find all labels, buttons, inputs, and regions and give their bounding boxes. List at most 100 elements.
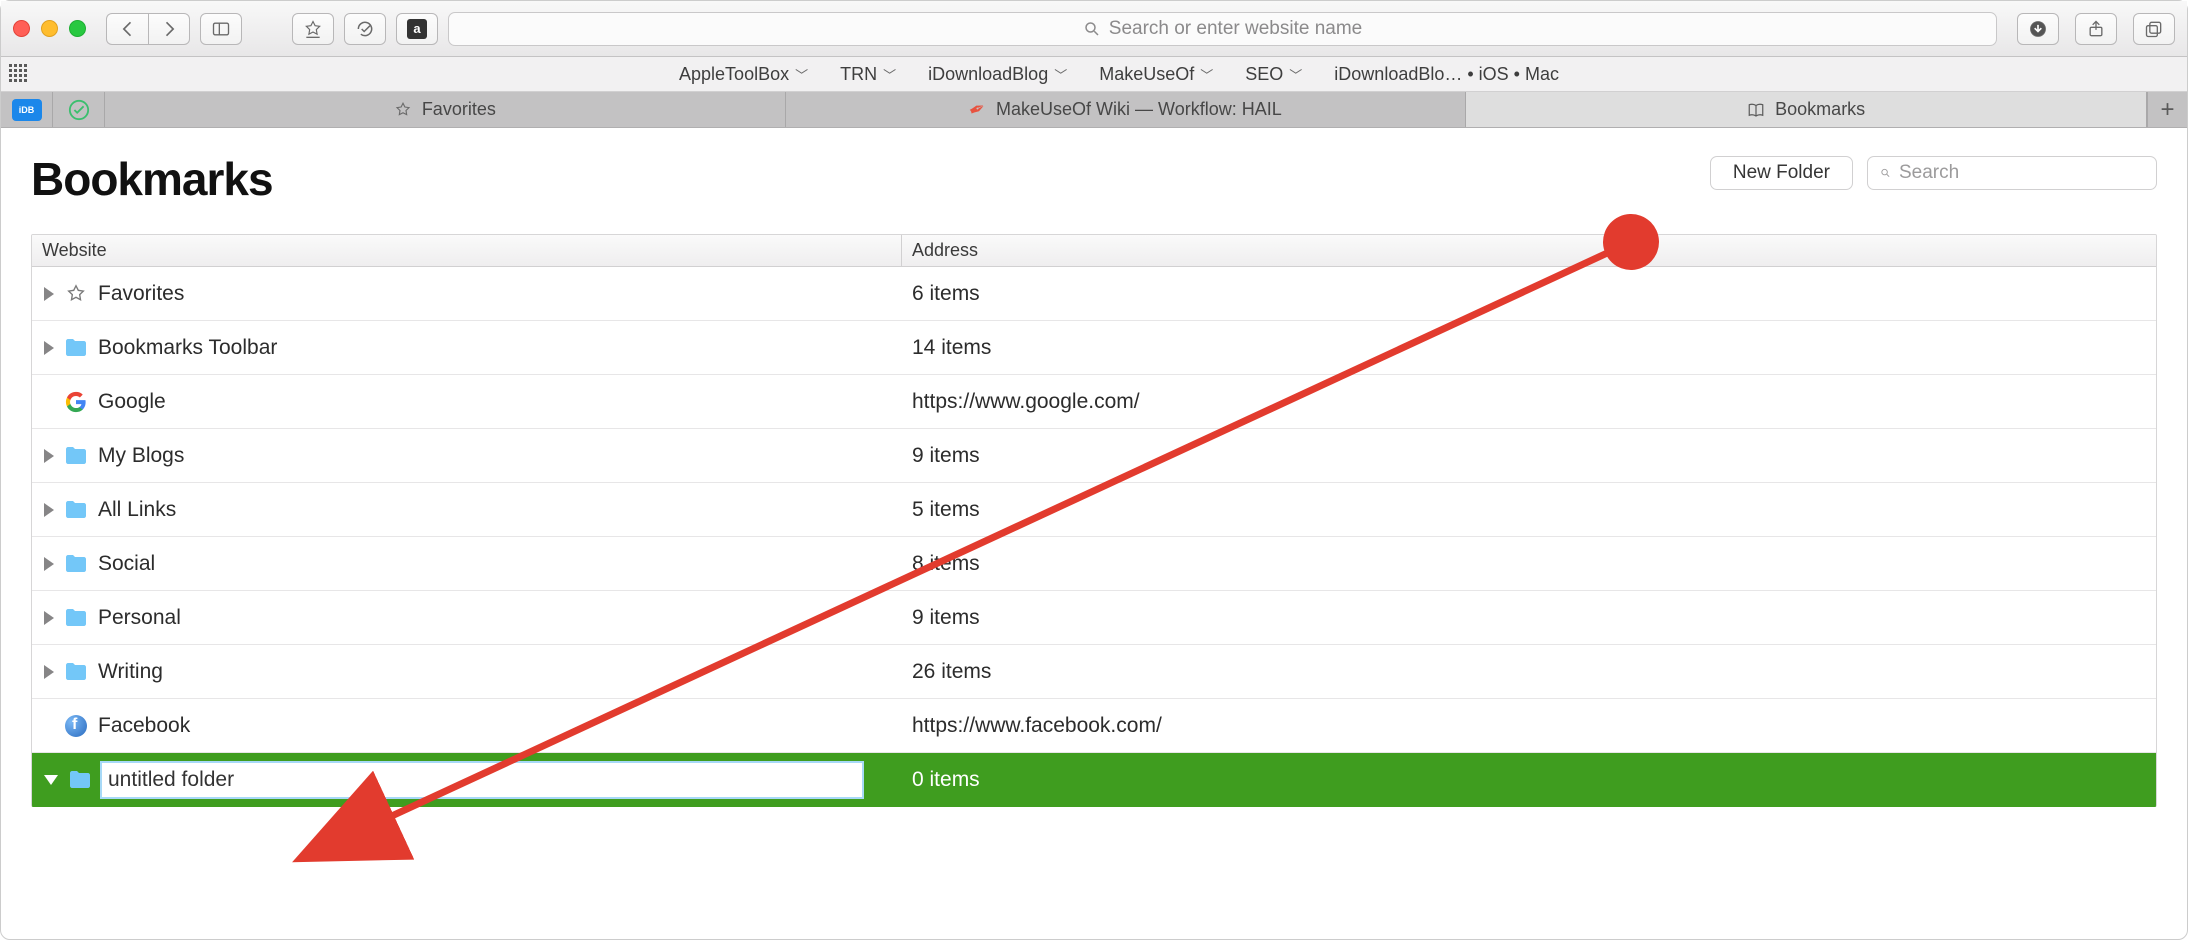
amazon-extension-button[interactable]: a [396, 13, 438, 45]
amazon-icon: a [407, 19, 427, 39]
table-row[interactable]: Favorites6 items [32, 267, 2156, 321]
disclosure-triangle-icon[interactable] [44, 775, 58, 785]
page-title: Bookmarks [31, 152, 273, 206]
table-row[interactable]: Bookmarks Toolbar14 items [32, 321, 2156, 375]
cell-website: Writing [32, 645, 902, 698]
cell-website: Google [32, 375, 902, 428]
cell-address: 5 items [902, 483, 2156, 536]
cell-website: Social [32, 537, 902, 590]
tab-favorites[interactable]: Favorites [105, 92, 786, 127]
folder-row-icon [64, 660, 88, 684]
cell-website: Facebook [32, 699, 902, 752]
column-header-website[interactable]: Website [32, 235, 902, 266]
maximize-window-button[interactable] [69, 20, 86, 37]
disclosure-triangle-icon[interactable] [44, 665, 54, 679]
chevron-right-icon [159, 19, 179, 39]
disclosure-triangle-icon[interactable] [44, 341, 54, 355]
downloads-button[interactable] [2017, 13, 2059, 45]
fav-item-idownloadblog-ios-mac[interactable]: iDownloadBlo… • iOS • Mac [1334, 64, 1559, 85]
quill-icon: ✒ [965, 95, 991, 125]
disclosure-triangle-icon[interactable] [44, 449, 54, 463]
new-folder-button[interactable]: New Folder [1710, 156, 1853, 190]
fav-label: AppleToolBox [679, 64, 789, 85]
table-header: Website Address [32, 235, 2156, 267]
disclosure-triangle-icon[interactable] [44, 503, 54, 517]
folder-row-icon [64, 552, 88, 576]
bookmarks-search[interactable] [1867, 156, 2157, 190]
table-row[interactable]: Social8 items [32, 537, 2156, 591]
table-row[interactable]: My Blogs9 items [32, 429, 2156, 483]
sidebar-toggle-button[interactable] [200, 13, 242, 45]
disclosure-triangle-icon[interactable] [44, 611, 54, 625]
column-header-address[interactable]: Address [902, 235, 2156, 266]
back-button[interactable] [106, 13, 148, 45]
address-bar[interactable]: Search or enter website name [448, 12, 1997, 46]
search-input[interactable] [1899, 162, 2144, 184]
facebook-favicon-icon [65, 715, 87, 737]
minimize-window-button[interactable] [41, 20, 58, 37]
favorites-bar: AppleToolBox﹀ TRN﹀ iDownloadBlog﹀ MakeUs… [1, 57, 2187, 92]
checkmark-circle-icon [355, 19, 375, 39]
fav-item-trn[interactable]: TRN﹀ [840, 64, 896, 85]
sidebar-icon [211, 19, 231, 39]
facebook-row-icon [64, 714, 88, 738]
fav-item-makeuseof[interactable]: MakeUseOf﹀ [1099, 64, 1213, 85]
fav-label: SEO [1245, 64, 1283, 85]
tab-label: Favorites [422, 99, 496, 120]
table-row[interactable]: Personal9 items [32, 591, 2156, 645]
table-row[interactable]: Googlehttps://www.google.com/ [32, 375, 2156, 429]
fav-label: iDownloadBlog [928, 64, 1048, 85]
folder-icon [68, 769, 92, 791]
tab-bookmarks[interactable]: Bookmarks [1466, 92, 2147, 127]
fav-label: iDownloadBlo… • iOS • Mac [1334, 64, 1559, 85]
google-row-icon [64, 390, 88, 414]
tabs-overview-button[interactable] [2133, 13, 2175, 45]
folder-name-input[interactable] [102, 763, 862, 797]
pinned-tab-grammarly[interactable] [53, 92, 105, 127]
chevron-down-icon: ﹀ [1289, 65, 1302, 84]
table-row[interactable]: Facebookhttps://www.facebook.com/ [32, 699, 2156, 753]
checkmark-circle-icon [68, 99, 90, 121]
fav-item-idownloadblog[interactable]: iDownloadBlog ﹀ [928, 64, 1067, 85]
bookmarks-page: Bookmarks New Folder Website Address Fav… [1, 128, 2187, 807]
address-placeholder: Search or enter website name [1109, 18, 1362, 40]
show-all-bookmarks-icon[interactable] [9, 64, 29, 84]
close-window-button[interactable] [13, 20, 30, 37]
row-name: Bookmarks Toolbar [98, 336, 277, 360]
table-row[interactable]: 0 items [32, 753, 2156, 807]
share-button[interactable] [2075, 13, 2117, 45]
tab-makeuseof-wiki[interactable]: ✒ MakeUseOf Wiki — Workflow: HAIL [786, 92, 1467, 127]
table-row[interactable]: Writing26 items [32, 645, 2156, 699]
tab-bar: iDB Favorites ✒ MakeUseOf Wiki — Workflo… [1, 92, 2187, 128]
window-controls [13, 20, 86, 37]
chevron-down-icon: ﹀ [1054, 65, 1067, 84]
star-row-icon [64, 282, 88, 306]
forward-button[interactable] [148, 13, 190, 45]
cell-website: All Links [32, 483, 902, 536]
disclosure-triangle-icon[interactable] [44, 287, 54, 301]
fav-item-appletoolbox[interactable]: AppleToolBox﹀ [679, 64, 808, 85]
row-name: Personal [98, 606, 181, 630]
reading-list-button[interactable] [344, 13, 386, 45]
folder-icon [64, 661, 88, 683]
row-name: My Blogs [98, 444, 184, 468]
google-favicon-icon [65, 391, 87, 413]
pinned-tab-idb[interactable]: iDB [1, 92, 53, 127]
top-sites-button[interactable] [292, 13, 334, 45]
new-tab-button[interactable]: + [2147, 92, 2187, 127]
plus-icon: + [2161, 96, 2175, 124]
row-name: Favorites [98, 282, 184, 306]
row-name: All Links [98, 498, 176, 522]
folder-icon [64, 499, 88, 521]
star-icon [394, 101, 412, 119]
folder-row-icon [68, 768, 92, 792]
cell-website [32, 753, 902, 806]
fav-item-seo[interactable]: SEO ﹀ [1245, 64, 1302, 85]
tab-label: Bookmarks [1775, 99, 1865, 120]
cell-address: https://www.google.com/ [902, 375, 2156, 428]
toolbar-right-group [2017, 13, 2175, 45]
idb-favicon-icon: iDB [12, 99, 42, 121]
table-row[interactable]: All Links 5 items [32, 483, 2156, 537]
disclosure-triangle-icon[interactable] [44, 557, 54, 571]
nav-buttons [106, 13, 190, 45]
